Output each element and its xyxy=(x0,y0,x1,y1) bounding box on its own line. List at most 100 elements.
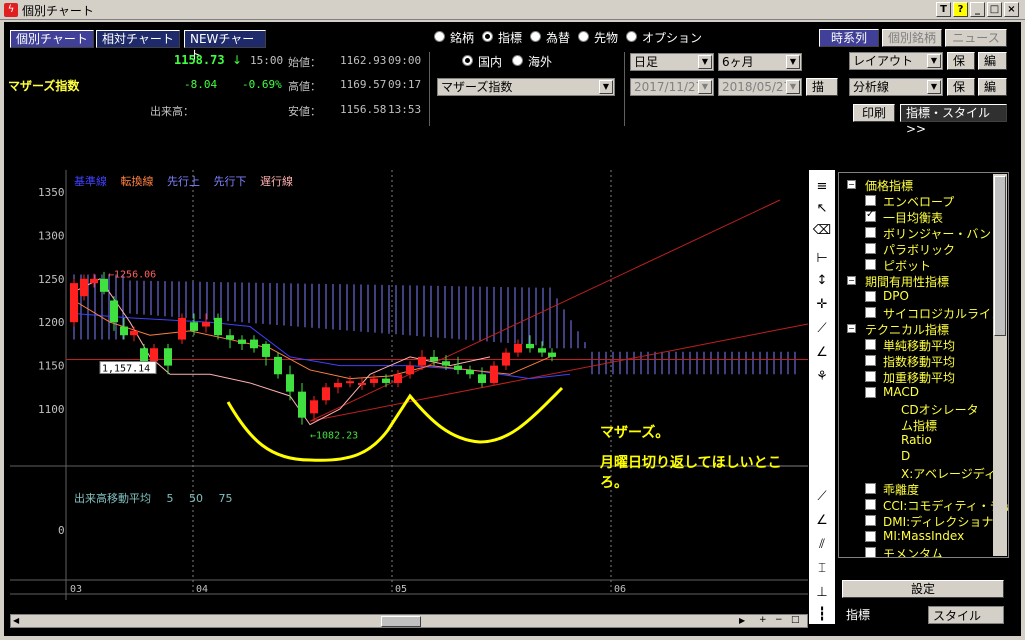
checkbox[interactable] xyxy=(865,243,876,254)
bars-icon[interactable]: ┇ xyxy=(811,604,833,626)
tree-label: DPO xyxy=(883,289,909,303)
fan-line-icon[interactable]: ∠ xyxy=(811,342,833,364)
vertical-line-icon[interactable]: ↕ xyxy=(811,270,833,292)
collapse-icon[interactable]: − xyxy=(847,180,856,189)
fan-line-icon[interactable]: ∠ xyxy=(811,510,833,532)
collapse-icon[interactable]: − xyxy=(847,276,856,285)
checkbox[interactable] xyxy=(865,483,876,494)
zoom-out-icon[interactable]: − xyxy=(775,615,787,627)
checkbox[interactable] xyxy=(865,547,876,557)
news-button[interactable]: ニュース xyxy=(945,29,1007,47)
radio-index[interactable] xyxy=(482,31,493,42)
checkbox[interactable] xyxy=(865,499,876,510)
minimize-button[interactable]: _ xyxy=(970,2,985,17)
zoom-in-icon[interactable]: + xyxy=(759,615,771,627)
high-marker-label: ←1256.06 xyxy=(108,270,156,281)
low-marker-label: ←1082.23 xyxy=(310,431,358,442)
ichimoku-chart[interactable]: 1350 1300 1250 1200 1150 1100 0 03 04 05 06 2018 ←12… xyxy=(10,170,808,600)
radio-options[interactable] xyxy=(626,31,637,42)
close-button[interactable]: × xyxy=(1004,2,1019,17)
layout-select[interactable]: レイアウト ▼ xyxy=(849,52,943,70)
scroll-thumb[interactable] xyxy=(994,176,1006,336)
instrument-select[interactable]: マザーズ指数 ▼ xyxy=(437,78,615,96)
fibonacci-icon[interactable]: ⚘ xyxy=(811,366,833,388)
label-futures: 先物 xyxy=(594,31,619,45)
checkbox[interactable] xyxy=(865,515,876,526)
scroll-thumb[interactable] xyxy=(381,616,421,627)
checkbox[interactable] xyxy=(865,531,876,542)
radio-overseas[interactable] xyxy=(512,55,523,66)
menu-lines-icon[interactable]: ≡ xyxy=(811,176,833,198)
y-tick-label: 1350 xyxy=(38,186,65,199)
cursor-icon[interactable]: ↖ xyxy=(811,198,833,220)
save-analysis-button[interactable]: 保存 xyxy=(947,78,975,110)
to-date-value: 2018/05/27 xyxy=(722,80,792,94)
candle-body xyxy=(286,374,294,392)
help-button[interactable]: ? xyxy=(953,2,968,17)
timeseries-button[interactable]: 時系列 xyxy=(819,29,879,47)
fit-icon[interactable]: □ xyxy=(791,615,803,627)
interval-select[interactable]: 日足 ▼ xyxy=(630,53,714,71)
checkbox[interactable] xyxy=(865,195,876,206)
channel-line-icon[interactable]: ⫽ xyxy=(811,534,833,556)
radio-futures[interactable] xyxy=(578,31,589,42)
checkbox[interactable] xyxy=(865,259,876,270)
tab-indicator[interactable]: 指標 xyxy=(842,606,922,624)
checkbox[interactable] xyxy=(865,387,876,398)
cross-line-icon[interactable]: ✛ xyxy=(811,294,833,316)
draw-button[interactable]: 描画 xyxy=(806,78,838,110)
divider xyxy=(429,52,430,126)
chevron-down-icon: ▼ xyxy=(786,80,800,94)
radio-domestic[interactable] xyxy=(462,55,473,66)
range-select[interactable]: 6ヶ月 ▼ xyxy=(718,53,802,71)
settings-button[interactable]: 設定 xyxy=(842,580,1004,598)
tab-relative-chart[interactable]: 相対チャート xyxy=(96,30,180,48)
print-button[interactable]: 印刷 xyxy=(853,104,895,122)
indicator-tree[interactable]: −価格指標エンベロープ一目均衡表ボリンジャー・バンドパラボリックピボット−期間有… xyxy=(838,172,1009,558)
save-layout-button[interactable]: 保存 xyxy=(947,52,975,84)
checkbox[interactable] xyxy=(865,227,876,238)
tab-individual-chart[interactable]: 個別チャート xyxy=(10,30,94,48)
volume-param-50: 50 xyxy=(189,492,203,505)
label-index: 指標 xyxy=(498,31,523,45)
trend-line-icon[interactable]: ⟋ xyxy=(811,486,833,508)
from-date-select[interactable]: 2017/11/27 ▼ xyxy=(630,78,714,96)
tab-style[interactable]: スタイル xyxy=(928,606,1004,624)
edit-analysis-button[interactable]: 編集 xyxy=(978,78,1007,110)
horizontal-scrollbar[interactable]: ◀ ▶ + − □ xyxy=(10,614,808,628)
to-date-select[interactable]: 2018/05/27 ▼ xyxy=(718,78,802,96)
radio-fx[interactable] xyxy=(530,31,541,42)
candle-body xyxy=(250,339,258,349)
checkbox[interactable] xyxy=(865,339,876,350)
candle-body xyxy=(406,365,414,375)
tree-scrollbar[interactable] xyxy=(993,174,1007,556)
retracement-icon[interactable]: ⊥ xyxy=(811,582,833,604)
indicator-style-button[interactable]: 指標・スタイル>> xyxy=(900,104,1007,136)
collapse-icon[interactable]: − xyxy=(847,324,856,333)
checkbox[interactable] xyxy=(865,371,876,382)
checkbox[interactable] xyxy=(865,291,876,302)
candle-body xyxy=(394,374,402,383)
radio-stock[interactable] xyxy=(434,31,445,42)
instrument-name: マザーズ指数 xyxy=(8,79,80,93)
topmost-button[interactable]: T xyxy=(936,2,951,17)
chart-area[interactable]: 1350 1300 1250 1200 1150 1100 0 03 04 05 06 2018 ←12… xyxy=(10,170,808,600)
scroll-right-icon[interactable]: ▶ xyxy=(739,616,749,626)
individual-stock-button[interactable]: 個別銘柄 xyxy=(882,29,942,47)
indicator-panel: −価格指標エンベロープ一目均衡表ボリンジャー・バンドパラボリックピボット−期間有… xyxy=(838,172,1009,624)
checkbox[interactable] xyxy=(865,307,876,318)
horizontal-line-icon[interactable]: ⊢ xyxy=(811,248,833,270)
checkbox[interactable] xyxy=(865,355,876,366)
layout-select-value: レイアウト xyxy=(853,54,914,68)
y-tick-label: 1100 xyxy=(38,403,65,416)
checkbox[interactable] xyxy=(865,209,876,222)
candle-body xyxy=(70,283,78,323)
edit-layout-button[interactable]: 編集 xyxy=(978,52,1007,84)
analysis-select[interactable]: 分析線 ▼ xyxy=(849,78,943,96)
level-line-icon[interactable]: ⌶ xyxy=(811,558,833,580)
trend-line-icon[interactable]: ⟋ xyxy=(811,318,833,340)
scroll-left-icon[interactable]: ◀ xyxy=(13,616,23,626)
tab-new-chart[interactable]: NEWチャート xyxy=(184,30,266,62)
eraser-icon[interactable]: ⌫ xyxy=(811,220,833,242)
maximize-button[interactable]: □ xyxy=(987,2,1002,17)
